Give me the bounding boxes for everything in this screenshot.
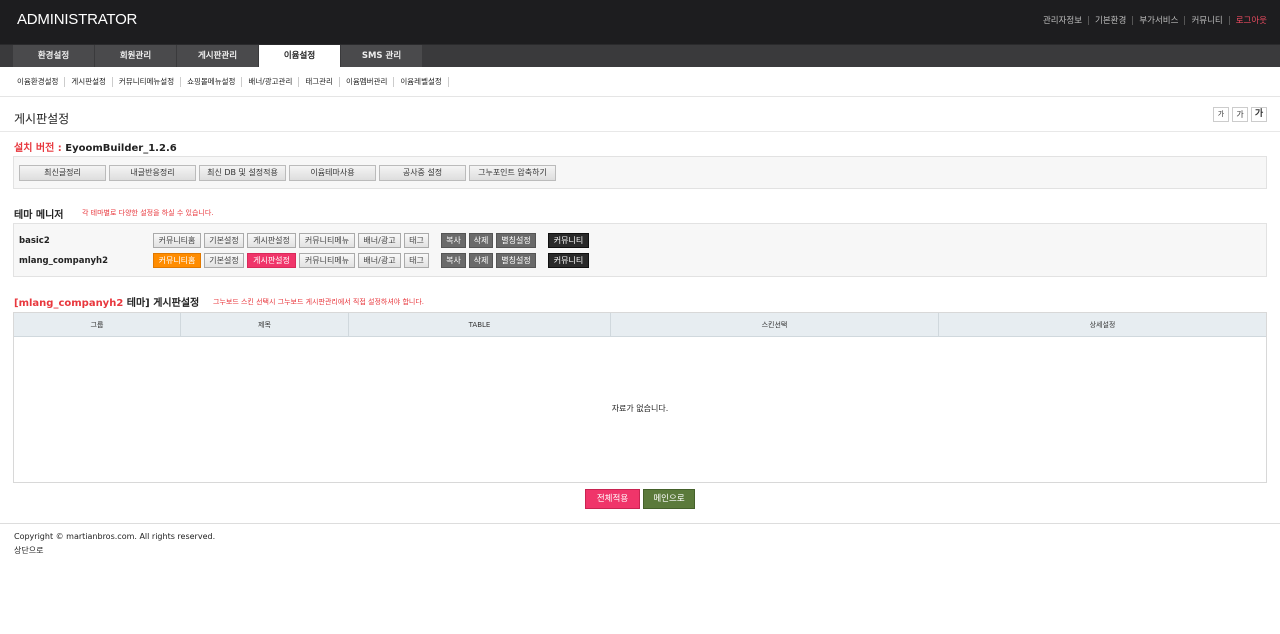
subnav-item-banner[interactable]: 배너/광고관리 bbox=[242, 77, 300, 87]
tab-member-manage[interactable]: 회원관리 bbox=[95, 45, 176, 67]
tab-board-manage[interactable]: 게시판관리 bbox=[177, 45, 258, 67]
board-settings-button[interactable]: 게시판설정 bbox=[247, 233, 296, 248]
page-title: 게시판설정 bbox=[14, 112, 70, 126]
tools-box: 최신글정리 내글반응정리 최신 DB 및 설정적용 이윰테마사용 공사중 설정 … bbox=[13, 156, 1267, 189]
community-home-button[interactable]: 커뮤니티홈 bbox=[153, 253, 201, 268]
copyright-text: Copyright © martianbros.com. All rights … bbox=[14, 532, 216, 541]
community-mode-button[interactable]: 커뮤니티 bbox=[548, 253, 589, 268]
top-header: ADMINISTRATOR 관리자정보 기본환경 부가서비스 커뮤니티 로그아웃 bbox=[0, 0, 1280, 44]
banner-ad-button[interactable]: 배너/광고 bbox=[358, 253, 401, 268]
divider bbox=[1228, 15, 1230, 25]
subnav-item-shop-menu[interactable]: 쇼핑몰메뉴설정 bbox=[181, 77, 243, 87]
basic-settings-button[interactable]: 기본설정 bbox=[204, 253, 244, 268]
board-settings-title: [mlang_companyh2 테마] 게시판설정 bbox=[14, 294, 199, 309]
board-title-rest: 테마] 게시판설정 bbox=[126, 298, 200, 309]
column-header-subject: 제목 bbox=[181, 313, 349, 337]
font-size-controls: 가 가 가 bbox=[1210, 107, 1267, 122]
font-medium-button[interactable]: 가 bbox=[1232, 107, 1248, 122]
subnav-item-tags[interactable]: 태그관리 bbox=[299, 77, 340, 87]
basic-config-link[interactable]: 기본환경 bbox=[1095, 14, 1126, 26]
table-header: 그룹 제목 TABLE 스킨선택 상세설정 bbox=[14, 313, 1266, 337]
banner-ad-button[interactable]: 배너/광고 bbox=[358, 233, 401, 248]
tab-env-settings[interactable]: 환경설정 bbox=[13, 45, 94, 67]
font-small-button[interactable]: 가 bbox=[1213, 107, 1229, 122]
divider bbox=[0, 131, 1280, 132]
alias-button[interactable]: 별칭설정 bbox=[496, 253, 536, 268]
board-settings-button[interactable]: 게시판설정 bbox=[247, 253, 296, 268]
board-table: 그룹 제목 TABLE 스킨선택 상세설정 자료가 없습니다. bbox=[13, 312, 1267, 483]
community-menu-button[interactable]: 커뮤니티메뉴 bbox=[299, 253, 355, 268]
column-header-detail: 상세설정 bbox=[1089, 321, 1116, 329]
subnav-item-board-settings[interactable]: 게시판설정 bbox=[65, 77, 113, 87]
apply-all-button[interactable]: 전체적용 bbox=[585, 489, 640, 509]
theme-name: mlang_companyh2 bbox=[19, 256, 109, 266]
clean-latest-button[interactable]: 최신글정리 bbox=[19, 165, 106, 181]
theme-manager-title: 테마 메니저 bbox=[14, 210, 64, 221]
delete-button[interactable]: 삭제 bbox=[469, 253, 493, 268]
column-header-group: 그룹 bbox=[14, 313, 181, 337]
community-link[interactable]: 커뮤니티 bbox=[1191, 14, 1222, 26]
tab-sms-manage[interactable]: SMS 관리 bbox=[341, 45, 422, 67]
theme-list: basic2 커뮤니티홈 기본설정 게시판설정 커뮤니티메뉴 배너/광고 태그 … bbox=[13, 223, 1267, 277]
basic-settings-button[interactable]: 기본설정 bbox=[204, 233, 244, 248]
version-label: 설치 버전 : bbox=[14, 143, 62, 154]
copy-button[interactable]: 복사 bbox=[441, 233, 466, 248]
clean-reactions-button[interactable]: 내글반응정리 bbox=[109, 165, 196, 181]
construction-button[interactable]: 공사중 설정 bbox=[379, 165, 466, 181]
version-info: 설치 버전 : EyoomBuilder_1.2.6 bbox=[14, 139, 177, 154]
empty-message: 자료가 없습니다. bbox=[611, 404, 669, 413]
subnav-item-members[interactable]: 이윰멤버관리 bbox=[340, 77, 395, 87]
logout-link[interactable]: 로그아웃 bbox=[1236, 14, 1267, 26]
tab-eyoom-settings[interactable]: 이윰설정 bbox=[259, 45, 340, 68]
community-home-button[interactable]: 커뮤니티홈 bbox=[153, 233, 201, 248]
sub-nav: 이윰환경설정 게시판설정 커뮤니티메뉴설정 쇼핑몰메뉴설정 배너/광고관리 태그… bbox=[0, 67, 1280, 97]
theme-manager-desc: 각 테마별로 다양한 설정을 하실 수 있습니다. bbox=[82, 209, 214, 217]
board-settings-desc: 그누보드 스킨 선택시 그누보드 게시판관리에서 직접 설정하셔야 합니다. bbox=[213, 298, 424, 306]
top-links: 관리자정보 기본환경 부가서비스 커뮤니티 로그아웃 bbox=[1043, 14, 1267, 26]
divider bbox=[1088, 15, 1090, 25]
tag-button[interactable]: 태그 bbox=[404, 253, 429, 268]
theme-name: basic2 bbox=[19, 236, 50, 246]
divider bbox=[1132, 15, 1134, 25]
compress-points-button[interactable]: 그누포인트 압축하기 bbox=[469, 165, 556, 181]
extra-services-link[interactable]: 부가서비스 bbox=[1139, 14, 1178, 26]
go-main-button[interactable]: 메인으로 bbox=[643, 489, 695, 509]
subnav-item-community-menu[interactable]: 커뮤니티메뉴설정 bbox=[113, 77, 182, 87]
subnav-item-levels[interactable]: 이윰레벨설정 bbox=[394, 77, 449, 87]
apply-latest-db-button[interactable]: 최신 DB 및 설정적용 bbox=[199, 165, 286, 181]
delete-button[interactable]: 삭제 bbox=[469, 233, 493, 248]
back-to-top-link[interactable]: 상단으로 bbox=[14, 545, 43, 556]
version-value: EyoomBuilder_1.2.6 bbox=[65, 143, 177, 154]
subnav-item-eyoom-env[interactable]: 이윰환경설정 bbox=[11, 77, 66, 87]
alias-button[interactable]: 별칭설정 bbox=[496, 233, 536, 248]
column-header-table: TABLE bbox=[349, 313, 611, 337]
column-header-skin: 스킨선택 bbox=[611, 313, 939, 337]
tag-button[interactable]: 태그 bbox=[404, 233, 429, 248]
divider bbox=[1184, 15, 1186, 25]
copy-button[interactable]: 복사 bbox=[441, 253, 466, 268]
divider bbox=[0, 523, 1280, 524]
use-eyoom-theme-button[interactable]: 이윰테마사용 bbox=[289, 165, 376, 181]
community-menu-button[interactable]: 커뮤니티메뉴 bbox=[299, 233, 355, 248]
board-title-theme: [mlang_companyh2 bbox=[14, 298, 124, 309]
font-large-button[interactable]: 가 bbox=[1251, 107, 1267, 122]
admin-logo[interactable]: ADMINISTRATOR bbox=[17, 11, 137, 28]
admin-info-link[interactable]: 관리자정보 bbox=[1043, 14, 1082, 26]
main-nav: 환경설정 회원관리 게시판관리 이윰설정 SMS 관리 bbox=[0, 44, 1280, 68]
community-mode-button[interactable]: 커뮤니티 bbox=[548, 233, 589, 248]
